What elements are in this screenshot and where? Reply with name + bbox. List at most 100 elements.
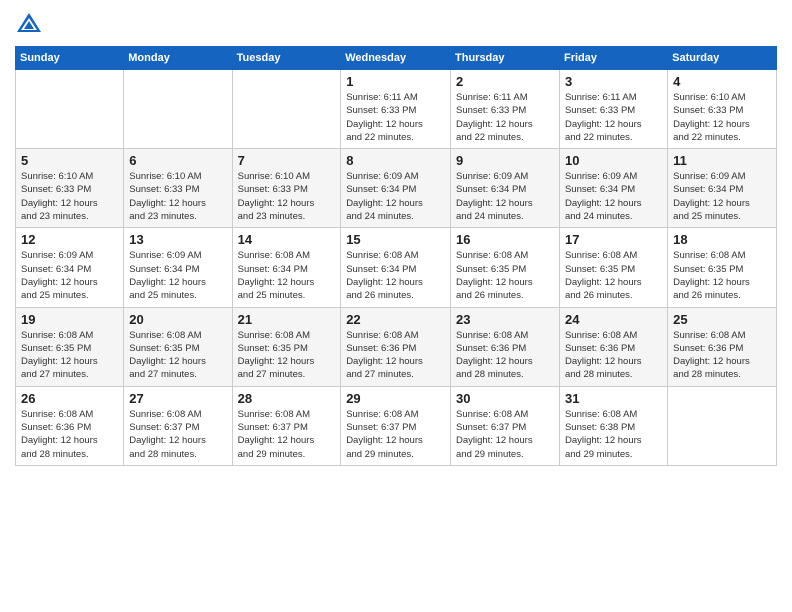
day-cell: 14Sunrise: 6:08 AMSunset: 6:34 PMDayligh…: [232, 228, 341, 307]
day-cell: 23 Sunrise: 6:08 AMSunset: 6:36 PMDayligh…: [451, 307, 560, 386]
day-number: 2: [456, 74, 554, 89]
day-number: 16: [456, 232, 554, 247]
week-row-3: 19 Sunrise: 6:08 AMSunset: 6:35 PMDayligh…: [16, 307, 777, 386]
day-cell: 30 Sunrise: 6:08 AMSunset: 6:37 PMDayligh…: [451, 386, 560, 465]
weekday-header-thursday: Thursday: [451, 47, 560, 70]
day-cell: [232, 70, 341, 149]
day-number: 24: [565, 312, 662, 327]
day-info: Sunrise: 6:08 AMSunset: 6:35 PMDaylight:…: [238, 329, 336, 382]
day-number: 9: [456, 153, 554, 168]
calendar-table: SundayMondayTuesdayWednesdayThursdayFrid…: [15, 46, 777, 466]
day-number: 19: [21, 312, 118, 327]
day-number: 15: [346, 232, 445, 247]
day-cell: [668, 386, 777, 465]
weekday-header-monday: Monday: [124, 47, 232, 70]
day-cell: 16Sunrise: 6:08 AMSunset: 6:35 PMDayligh…: [451, 228, 560, 307]
day-cell: 3 Sunrise: 6:11 AMSunset: 6:33 PMDaylight…: [559, 70, 667, 149]
day-info: Sunrise: 6:08 AMSunset: 6:35 PMDaylight:…: [21, 329, 118, 382]
day-number: 21: [238, 312, 336, 327]
weekday-header-wednesday: Wednesday: [341, 47, 451, 70]
day-info: Sunrise: 6:08 AMSunset: 6:36 PMDaylight:…: [565, 329, 662, 382]
day-number: 26: [21, 391, 118, 406]
week-row-0: 1 Sunrise: 6:11 AMSunset: 6:33 PMDaylight…: [16, 70, 777, 149]
week-row-2: 12 Sunrise: 6:09 AMSunset: 6:34 PMDayligh…: [16, 228, 777, 307]
day-number: 7: [238, 153, 336, 168]
day-info: Sunrise: 6:09 AMSunset: 6:34 PMDaylight:…: [673, 170, 771, 223]
page: SundayMondayTuesdayWednesdayThursdayFrid…: [0, 0, 792, 612]
header: [15, 10, 777, 38]
day-info: Sunrise: 6:08 AMSunset: 6:36 PMDaylight:…: [346, 329, 445, 382]
day-number: 8: [346, 153, 445, 168]
day-number: 25: [673, 312, 771, 327]
day-cell: [124, 70, 232, 149]
day-info: Sunrise: 6:11 AMSunset: 6:33 PMDaylight:…: [346, 91, 445, 144]
day-cell: 5Sunrise: 6:10 AMSunset: 6:33 PMDaylight…: [16, 149, 124, 228]
day-number: 1: [346, 74, 445, 89]
day-number: 28: [238, 391, 336, 406]
day-info: Sunrise: 6:10 AMSunset: 6:33 PMDaylight:…: [21, 170, 118, 223]
day-number: 29: [346, 391, 445, 406]
day-cell: 9 Sunrise: 6:09 AMSunset: 6:34 PMDaylight…: [451, 149, 560, 228]
day-info: Sunrise: 6:08 AMSunset: 6:37 PMDaylight:…: [238, 408, 336, 461]
day-info: Sunrise: 6:11 AMSunset: 6:33 PMDaylight:…: [565, 91, 662, 144]
weekday-header-saturday: Saturday: [668, 47, 777, 70]
week-row-4: 26 Sunrise: 6:08 AMSunset: 6:36 PMDayligh…: [16, 386, 777, 465]
day-cell: 13 Sunrise: 6:09 AMSunset: 6:34 PMDayligh…: [124, 228, 232, 307]
day-info: Sunrise: 6:09 AMSunset: 6:34 PMDaylight:…: [346, 170, 445, 223]
day-cell: 19 Sunrise: 6:08 AMSunset: 6:35 PMDayligh…: [16, 307, 124, 386]
day-number: 14: [238, 232, 336, 247]
day-number: 20: [129, 312, 226, 327]
day-cell: 6 Sunrise: 6:10 AMSunset: 6:33 PMDaylight…: [124, 149, 232, 228]
day-cell: 18Sunrise: 6:08 AMSunset: 6:35 PMDayligh…: [668, 228, 777, 307]
day-info: Sunrise: 6:10 AMSunset: 6:33 PMDaylight:…: [238, 170, 336, 223]
week-row-1: 5Sunrise: 6:10 AMSunset: 6:33 PMDaylight…: [16, 149, 777, 228]
day-number: 27: [129, 391, 226, 406]
day-cell: 7 Sunrise: 6:10 AMSunset: 6:33 PMDaylight…: [232, 149, 341, 228]
day-info: Sunrise: 6:10 AMSunset: 6:33 PMDaylight:…: [129, 170, 226, 223]
day-number: 13: [129, 232, 226, 247]
day-info: Sunrise: 6:08 AMSunset: 6:37 PMDaylight:…: [129, 408, 226, 461]
day-info: Sunrise: 6:09 AMSunset: 6:34 PMDaylight:…: [456, 170, 554, 223]
day-number: 23: [456, 312, 554, 327]
day-number: 10: [565, 153, 662, 168]
day-info: Sunrise: 6:09 AMSunset: 6:34 PMDaylight:…: [565, 170, 662, 223]
day-number: 6: [129, 153, 226, 168]
day-cell: 8 Sunrise: 6:09 AMSunset: 6:34 PMDaylight…: [341, 149, 451, 228]
weekday-header-row: SundayMondayTuesdayWednesdayThursdayFrid…: [16, 47, 777, 70]
day-cell: 4 Sunrise: 6:10 AMSunset: 6:33 PMDaylight…: [668, 70, 777, 149]
day-cell: 31Sunrise: 6:08 AMSunset: 6:38 PMDayligh…: [559, 386, 667, 465]
day-info: Sunrise: 6:09 AMSunset: 6:34 PMDaylight:…: [129, 249, 226, 302]
day-number: 30: [456, 391, 554, 406]
day-cell: 15Sunrise: 6:08 AMSunset: 6:34 PMDayligh…: [341, 228, 451, 307]
day-cell: 17Sunrise: 6:08 AMSunset: 6:35 PMDayligh…: [559, 228, 667, 307]
day-cell: 29 Sunrise: 6:08 AMSunset: 6:37 PMDayligh…: [341, 386, 451, 465]
weekday-header-sunday: Sunday: [16, 47, 124, 70]
day-number: 22: [346, 312, 445, 327]
weekday-header-tuesday: Tuesday: [232, 47, 341, 70]
day-info: Sunrise: 6:08 AMSunset: 6:35 PMDaylight:…: [673, 249, 771, 302]
day-number: 12: [21, 232, 118, 247]
day-cell: 28 Sunrise: 6:08 AMSunset: 6:37 PMDayligh…: [232, 386, 341, 465]
day-cell: 21 Sunrise: 6:08 AMSunset: 6:35 PMDayligh…: [232, 307, 341, 386]
day-number: 17: [565, 232, 662, 247]
day-cell: 10 Sunrise: 6:09 AMSunset: 6:34 PMDayligh…: [559, 149, 667, 228]
day-cell: 24 Sunrise: 6:08 AMSunset: 6:36 PMDayligh…: [559, 307, 667, 386]
day-info: Sunrise: 6:08 AMSunset: 6:35 PMDaylight:…: [129, 329, 226, 382]
day-info: Sunrise: 6:08 AMSunset: 6:36 PMDaylight:…: [21, 408, 118, 461]
day-cell: 11 Sunrise: 6:09 AMSunset: 6:34 PMDayligh…: [668, 149, 777, 228]
day-info: Sunrise: 6:11 AMSunset: 6:33 PMDaylight:…: [456, 91, 554, 144]
day-cell: 22 Sunrise: 6:08 AMSunset: 6:36 PMDayligh…: [341, 307, 451, 386]
day-cell: [16, 70, 124, 149]
day-info: Sunrise: 6:08 AMSunset: 6:37 PMDaylight:…: [456, 408, 554, 461]
day-info: Sunrise: 6:08 AMSunset: 6:36 PMDaylight:…: [456, 329, 554, 382]
day-cell: 27 Sunrise: 6:08 AMSunset: 6:37 PMDayligh…: [124, 386, 232, 465]
day-info: Sunrise: 6:08 AMSunset: 6:37 PMDaylight:…: [346, 408, 445, 461]
day-cell: 25Sunrise: 6:08 AMSunset: 6:36 PMDayligh…: [668, 307, 777, 386]
day-number: 3: [565, 74, 662, 89]
day-number: 11: [673, 153, 771, 168]
day-cell: 26 Sunrise: 6:08 AMSunset: 6:36 PMDayligh…: [16, 386, 124, 465]
logo: [15, 10, 47, 38]
day-number: 4: [673, 74, 771, 89]
day-info: Sunrise: 6:10 AMSunset: 6:33 PMDaylight:…: [673, 91, 771, 144]
day-info: Sunrise: 6:08 AMSunset: 6:38 PMDaylight:…: [565, 408, 662, 461]
